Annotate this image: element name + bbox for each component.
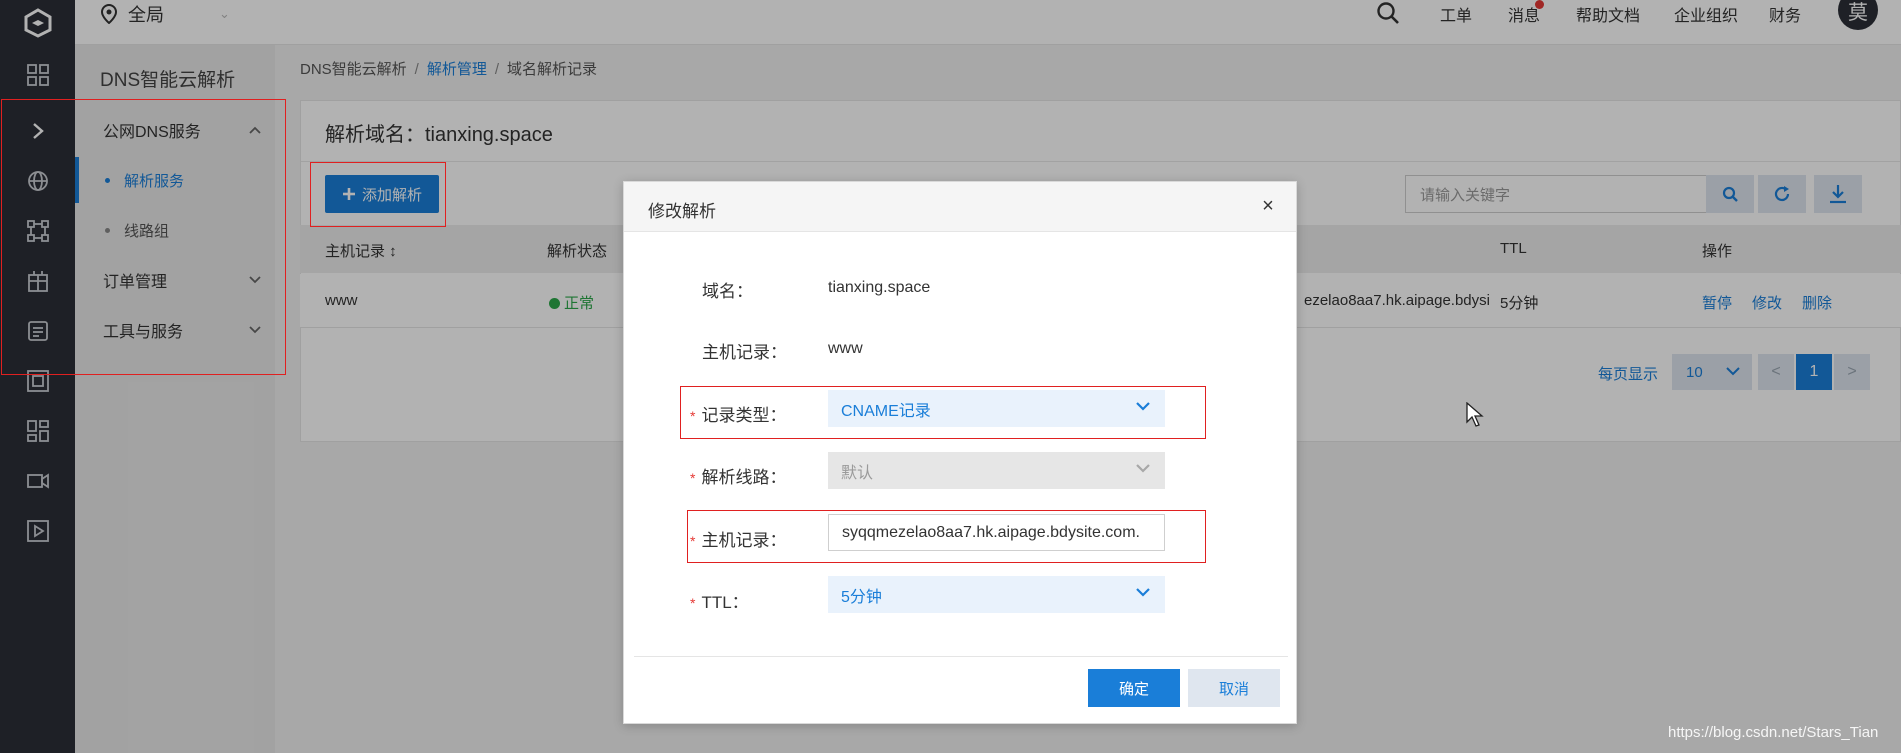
host-value: www: [828, 340, 863, 357]
cancel-button[interactable]: 取消: [1188, 669, 1280, 707]
mouse-cursor-icon: [1466, 402, 1484, 427]
edit-record-dialog: 修改解析 × 域名： tianxing.space 主机记录： www * 记录类…: [623, 181, 1297, 724]
record-value-label: * 主机记录：: [690, 531, 787, 550]
ttl-value: 5分钟: [841, 588, 882, 606]
host-label: 主机记录：: [702, 343, 787, 362]
record-type-select[interactable]: CNAME记录: [828, 390, 1165, 427]
chevron-down-icon: [1136, 464, 1150, 473]
confirm-button[interactable]: 确定: [1088, 669, 1180, 707]
divider: [634, 656, 1288, 657]
record-value-input[interactable]: syqqmezelao8aa7.hk.aipage.bdysite.com.: [828, 514, 1165, 551]
line-value: 默认: [841, 464, 874, 482]
dialog-title: 修改解析: [648, 202, 716, 221]
watermark: https://blog.csdn.net/Stars_Tian: [1668, 724, 1879, 741]
chevron-down-icon: [1136, 588, 1150, 597]
domain-value: tianxing.space: [828, 279, 931, 296]
close-icon[interactable]: ×: [1256, 194, 1280, 218]
chevron-down-icon: [1136, 402, 1150, 411]
ttl-label: * TTL：: [690, 593, 749, 612]
line-label: * 解析线路：: [690, 468, 787, 487]
record-type-value: CNAME记录: [841, 402, 931, 420]
line-select: 默认: [828, 452, 1165, 489]
dialog-header: 修改解析 ×: [624, 182, 1296, 232]
record-type-label: * 记录类型：: [690, 406, 787, 425]
domain-label: 域名：: [702, 282, 753, 301]
ttl-select[interactable]: 5分钟: [828, 576, 1165, 613]
